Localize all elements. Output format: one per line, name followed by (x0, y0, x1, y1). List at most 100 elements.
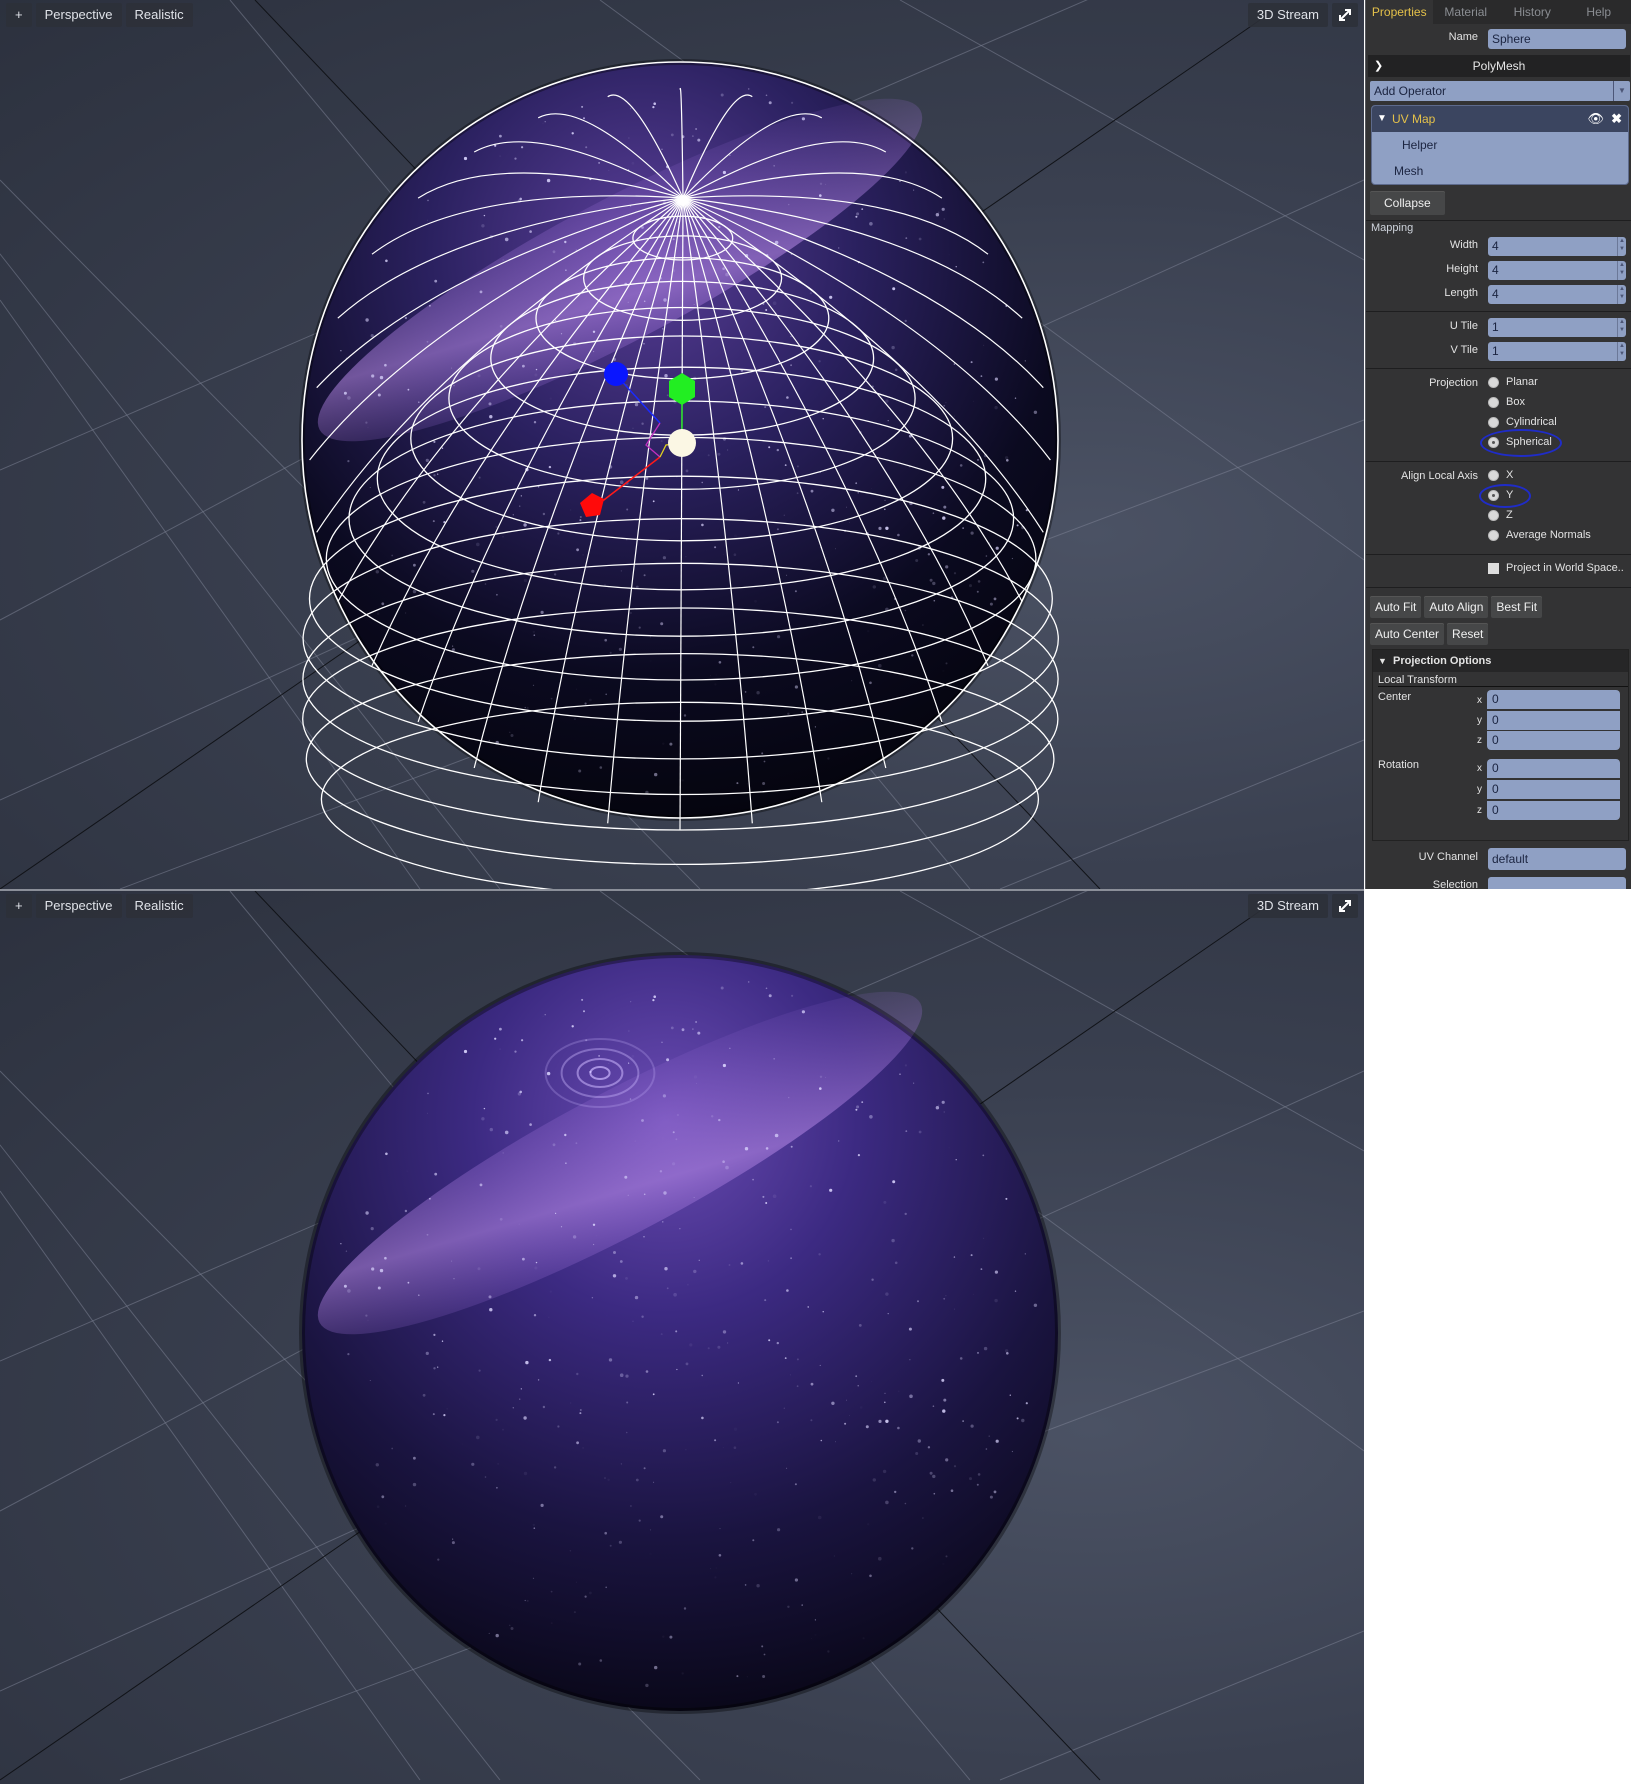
center-x-input[interactable]: 0 (1487, 690, 1620, 709)
star (891, 345, 895, 350)
uv-channel-input[interactable]: default (1488, 848, 1626, 870)
projection-options-header[interactable]: ▼ Projection Options (1373, 650, 1628, 672)
star (532, 1523, 535, 1527)
expand-icon[interactable] (1332, 3, 1358, 27)
utile-input[interactable]: 1 ▲ ▼ (1488, 318, 1626, 337)
rotation-x-input[interactable]: 0 (1487, 759, 1620, 778)
sphere-mesh-wireframe[interactable] (287, 48, 1061, 889)
width-input[interactable]: 4 ▲ ▼ (1488, 237, 1626, 256)
star (794, 590, 797, 593)
selection-input[interactable] (1488, 877, 1626, 889)
star (977, 1473, 981, 1476)
radio-box[interactable] (1488, 397, 1499, 408)
spinner-icon[interactable]: ▲ ▼ (1617, 237, 1626, 256)
radio-x[interactable] (1488, 470, 1499, 481)
auto-align-button[interactable]: Auto Align (1424, 596, 1489, 618)
star (481, 224, 485, 228)
star (676, 220, 680, 224)
rotation-z-input[interactable]: 0 (1487, 801, 1620, 820)
star (831, 508, 835, 512)
star (645, 1683, 649, 1688)
spinner-icon[interactable]: ▲ ▼ (1617, 318, 1626, 337)
radio-planar[interactable] (1488, 377, 1499, 388)
polymesh-header[interactable]: ❯ PolyMesh (1368, 55, 1630, 77)
tab-material[interactable]: Material (1433, 0, 1500, 24)
star (652, 999, 655, 1002)
operator-uv-map[interactable]: ▼ UV Map 👁 ✖ (1372, 106, 1628, 132)
world-space-row[interactable]: Project in World Space.. (1366, 559, 1631, 585)
operator-helper[interactable]: Helper (1372, 132, 1628, 158)
star (861, 208, 864, 211)
length-row: Length 4 ▲ ▼ (1366, 283, 1631, 307)
star (582, 1447, 584, 1449)
length-input[interactable]: 4 ▲ ▼ (1488, 285, 1626, 304)
shading-mode-button[interactable]: Realistic (125, 3, 193, 27)
eye-icon[interactable]: 👁 (1587, 106, 1604, 132)
chevron-down-icon[interactable]: ❯ (1374, 55, 1383, 77)
star (340, 350, 342, 352)
camera-mode-button[interactable]: Perspective (35, 3, 122, 27)
star (427, 199, 429, 202)
add-operator-dropdown[interactable]: Add Operator ▼ (1370, 81, 1630, 101)
auto-fit-button[interactable]: Auto Fit (1370, 596, 1422, 618)
sphere-mesh-textured[interactable] (287, 941, 1061, 1714)
reset-button[interactable]: Reset (1447, 623, 1489, 645)
add-viewport-button[interactable]: + (6, 3, 32, 27)
height-input[interactable]: 4 ▲ ▼ (1488, 261, 1626, 280)
scene-top[interactable] (0, 0, 1364, 889)
align-x[interactable]: X (1366, 466, 1631, 486)
star (391, 1447, 394, 1450)
align-y[interactable]: Y (1366, 484, 1631, 508)
chevron-down-icon[interactable]: ▼ (1377, 106, 1387, 132)
star (1033, 1303, 1038, 1307)
camera-mode-button[interactable]: Perspective (35, 894, 122, 918)
vtile-input[interactable]: 1 ▲ ▼ (1488, 342, 1626, 361)
collapse-button[interactable]: Collapse (1370, 191, 1445, 215)
align-average-normals[interactable]: Average Normals (1366, 526, 1631, 546)
radio-z[interactable] (1488, 510, 1499, 521)
projection-spherical[interactable]: Spherical (1366, 429, 1631, 457)
star (662, 328, 664, 330)
scene-bottom[interactable] (0, 891, 1364, 1784)
3d-stream-button[interactable]: 3D Stream (1247, 3, 1328, 27)
auto-center-button[interactable]: Auto Center (1370, 623, 1445, 645)
height-label: Height (1446, 263, 1478, 275)
shading-mode-button[interactable]: Realistic (125, 894, 193, 918)
star (954, 415, 955, 417)
name-input[interactable]: Sphere (1488, 29, 1626, 49)
star (509, 731, 511, 733)
radio-cylindrical[interactable] (1488, 417, 1499, 428)
best-fit-button[interactable]: Best Fit (1491, 596, 1543, 618)
star (969, 584, 972, 588)
projection-box[interactable]: Box (1366, 393, 1631, 413)
star (774, 1133, 779, 1138)
star (502, 1152, 504, 1154)
3d-stream-button[interactable]: 3D Stream (1247, 894, 1328, 918)
star (619, 480, 624, 485)
close-icon[interactable]: ✖ (1611, 106, 1622, 132)
expand-icon[interactable] (1332, 894, 1358, 918)
spinner-icon[interactable]: ▲ ▼ (1617, 285, 1626, 304)
world-space-checkbox[interactable] (1488, 563, 1499, 574)
tab-properties[interactable]: Properties (1366, 0, 1433, 24)
spinner-icon[interactable]: ▲ ▼ (1617, 342, 1626, 361)
operator-mesh[interactable]: Mesh (1372, 158, 1628, 184)
center-y-input[interactable]: 0 (1487, 711, 1620, 730)
add-viewport-button[interactable]: + (6, 894, 32, 918)
tab-help[interactable]: Help (1566, 0, 1631, 24)
dropdown-arrow-icon[interactable]: ▼ (1613, 81, 1630, 101)
align-z[interactable]: Z (1366, 506, 1631, 526)
spinner-icon[interactable]: ▲ ▼ (1617, 261, 1626, 280)
projection-cylindrical[interactable]: Cylindrical (1366, 413, 1631, 433)
center-z-input[interactable]: 0 (1487, 731, 1620, 750)
uv-channel-row: UV Channel default (1366, 847, 1631, 871)
star (533, 1527, 536, 1529)
chevron-down-icon[interactable]: ▼ (1378, 650, 1387, 672)
viewport-bottom[interactable]: + Perspective Realistic 3D Stream (0, 891, 1364, 1784)
tab-history[interactable]: History (1499, 0, 1566, 24)
star (776, 528, 779, 531)
viewport-top[interactable]: + Perspective Realistic 3D Stream (0, 0, 1364, 889)
radio-average-normals[interactable] (1488, 530, 1499, 541)
rotation-y-input[interactable]: 0 (1487, 780, 1620, 799)
projection-planar[interactable]: Planar (1366, 373, 1631, 393)
